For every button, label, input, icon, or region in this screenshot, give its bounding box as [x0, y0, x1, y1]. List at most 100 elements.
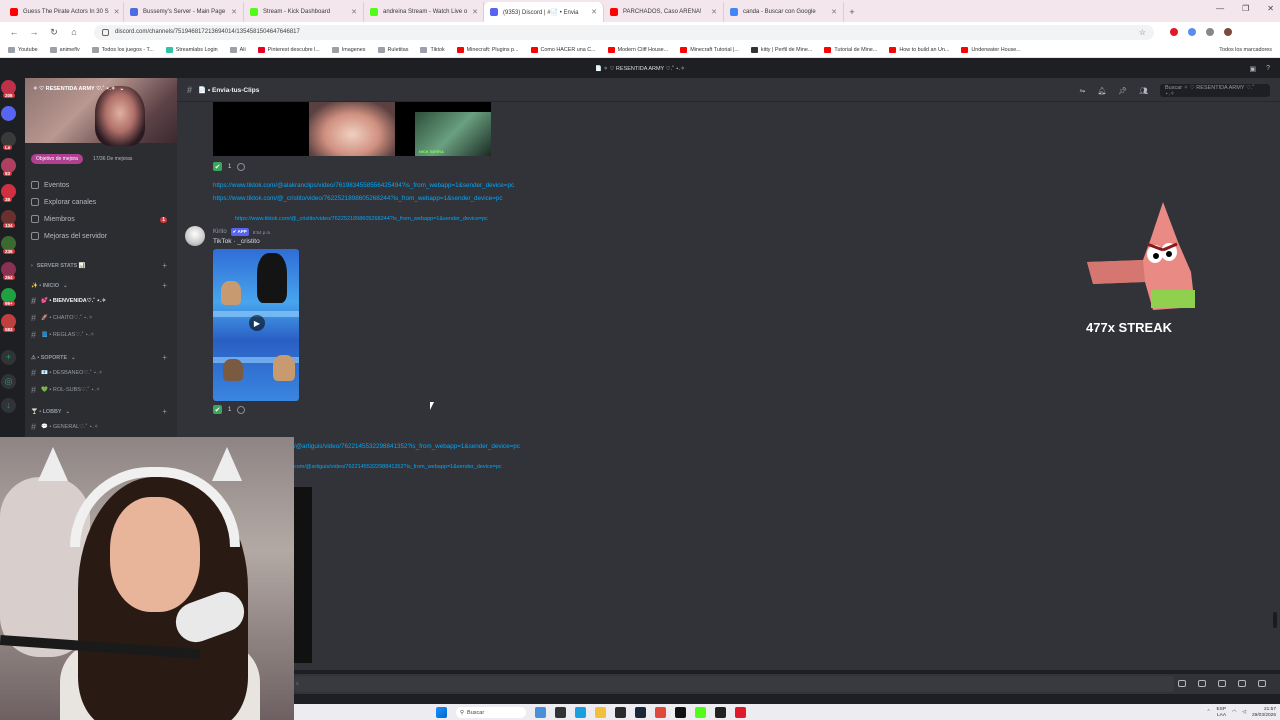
task-view-icon[interactable]	[555, 707, 566, 718]
bookmark-item[interactable]: animeflv	[49, 46, 80, 53]
boost-goal[interactable]: Objetivo de mejora 17/36 De mejoras	[31, 154, 132, 164]
sticker-icon[interactable]	[1218, 680, 1226, 687]
home-icon[interactable]: ⌂	[68, 27, 80, 37]
message-link[interactable]: https://www.tiktok.com/@_cristito/video/…	[213, 195, 503, 202]
back-icon[interactable]: ←	[8, 27, 20, 37]
bookmark-item[interactable]: How to build an Un...	[889, 46, 949, 53]
server-boosts-item[interactable]: Mejoras del servidor	[31, 232, 107, 240]
bookmark-item[interactable]: Youtube	[8, 46, 38, 53]
close-icon[interactable]: ✕	[591, 8, 597, 16]
add-server-icon[interactable]: +	[1, 350, 16, 365]
avatar[interactable]	[185, 226, 205, 246]
bookmark-item[interactable]: Minecraft: Plugins p...	[456, 46, 519, 53]
threads-icon[interactable]: ⇋	[1079, 87, 1085, 95]
close-icon[interactable]: ✕	[711, 8, 717, 16]
widgets-icon[interactable]	[535, 707, 546, 718]
channel-chaito[interactable]: # 🚀 • CHAITO♡.˚ ⋆.✧	[31, 313, 171, 323]
add-reaction-icon[interactable]	[237, 405, 246, 414]
emoji-icon[interactable]	[1238, 680, 1246, 687]
site-info-icon[interactable]	[102, 28, 109, 36]
audio-icon[interactable]	[1188, 28, 1196, 36]
video-thumbnail[interactable]	[309, 102, 395, 156]
video-thumbnail[interactable]	[213, 102, 309, 156]
chrome-icon[interactable]	[655, 707, 666, 718]
category-server-stats[interactable]: › SERVER STATS 📊	[31, 263, 85, 269]
server-icon[interactable]	[1, 106, 16, 121]
add-channel-icon[interactable]: +	[162, 261, 167, 270]
clock[interactable]: 21:57 29/03/2026	[1252, 707, 1276, 718]
opera-icon[interactable]	[1170, 28, 1178, 36]
message-link[interactable]: /@artiguis/video/7622145532298841352?is_…	[294, 443, 520, 450]
close-icon[interactable]: ✕	[831, 8, 837, 16]
message-input[interactable]: s	[294, 676, 1174, 692]
kick-icon[interactable]	[695, 707, 706, 718]
apps-icon[interactable]	[1258, 680, 1266, 687]
download-icon[interactable]: ↓	[1, 398, 16, 413]
close-window-icon[interactable]: ✕	[1267, 4, 1274, 13]
video-embed[interactable]: ▶	[213, 249, 299, 401]
events-item[interactable]: Eventos	[31, 181, 69, 189]
bookmark-item[interactable]: kitty | Perfil de Mine...	[750, 46, 812, 53]
browser-tab[interactable]: PARCHADOS, Caso ARENA! ✕	[604, 2, 724, 22]
capcut-icon[interactable]	[715, 707, 726, 718]
browser-tab[interactable]: canda - Buscar con Google ✕	[724, 2, 844, 22]
explore-icon[interactable]: ◎	[1, 374, 16, 389]
capcut-icon[interactable]	[675, 707, 686, 718]
bookmark-item[interactable]: Imagenes	[331, 46, 366, 53]
add-channel-icon[interactable]: +	[162, 281, 167, 290]
bookmark-star-icon[interactable]: ☆	[1139, 28, 1146, 37]
bookmark-item[interactable]: Tutorial de Mine...	[824, 46, 877, 53]
bookmark-item[interactable]: Todos los juegos - T...	[91, 46, 154, 53]
lang-indicator[interactable]: ESP LAA	[1216, 707, 1226, 718]
category-inicio[interactable]: ✨ • INICIO ⌄	[31, 283, 68, 289]
all-bookmarks[interactable]: Todos los marcadores	[1219, 47, 1272, 53]
members-item[interactable]: Miembros	[31, 215, 75, 223]
bookmark-item[interactable]: Pinterest descubre l...	[257, 46, 320, 53]
volume-icon[interactable]: ◁	[1242, 710, 1246, 715]
bookmark-item[interactable]: Modern Cliff House...	[607, 46, 668, 53]
channel-desbaneo[interactable]: # 📧 • DESBANEO♡.˚ ⋆.✧	[31, 368, 171, 378]
browser-tab[interactable]: andreina Stream - Watch Live o ✕	[364, 2, 484, 22]
message-link[interactable]: com/@artiguis/video/7622145532298841352?…	[294, 464, 502, 470]
checkmark-reaction[interactable]: ✔	[213, 162, 222, 171]
bookmark-item[interactable]: Streamlabs Login	[165, 46, 218, 53]
embed-title[interactable]: TikTok · _cristito	[213, 238, 260, 245]
checkmark-reaction[interactable]: ✔	[213, 405, 222, 414]
folder-icon[interactable]	[595, 707, 606, 718]
windows-start-icon[interactable]	[436, 707, 447, 718]
gift-icon[interactable]	[1178, 680, 1186, 687]
video-thumbnail[interactable]: NICK SERRA	[395, 102, 491, 156]
channel-general[interactable]: # 💬 • GENERAL♡.˚ ⋆.✧	[31, 422, 171, 432]
reply-link[interactable]: https://www.tiktok.com/@_cristito/video/…	[235, 216, 488, 222]
extensions-icon[interactable]	[1206, 28, 1214, 36]
forward-icon[interactable]: →	[28, 27, 40, 37]
video-thumbnail[interactable]	[294, 487, 312, 663]
pin-icon[interactable]: 📌︎	[1118, 87, 1127, 95]
add-reaction-icon[interactable]	[237, 162, 246, 171]
browser-tab[interactable]: Stream - Kick Dashboard ✕	[244, 2, 364, 22]
opera-icon[interactable]	[735, 707, 746, 718]
close-icon[interactable]: ✕	[351, 8, 357, 16]
bookmark-item[interactable]: Ali	[229, 46, 246, 53]
reload-icon[interactable]: ↻	[48, 27, 60, 38]
add-channel-icon[interactable]: +	[162, 353, 167, 362]
bookmark-item[interactable]: Underwater House...	[961, 46, 1021, 53]
message-link[interactable]: https://www.tiktok.com/@alakranclips/vid…	[213, 182, 514, 189]
add-channel-icon[interactable]: +	[162, 407, 167, 416]
profile-avatar-icon[interactable]	[1224, 28, 1232, 36]
browser-tab[interactable]: Guess The Pirate Actors In 30 S ✕	[4, 2, 124, 22]
steam-icon[interactable]	[635, 707, 646, 718]
maximize-icon[interactable]: ❐	[1242, 4, 1249, 13]
bell-icon[interactable]: 🔔︎	[1097, 87, 1106, 95]
category-lobby[interactable]: 🍸 • LOBBY ⌄	[31, 409, 70, 415]
channel-rol-subs[interactable]: # 💚 • ROL-SUBS♡.˚ ⋆.✧	[31, 385, 171, 395]
chevron-up-icon[interactable]: ⌃	[1206, 710, 1210, 715]
new-tab-button[interactable]: +	[844, 2, 860, 22]
search-input[interactable]: Buscar ✧ ♡ RESENTIDA ARMY ♡.˚ ⋆.✧	[1160, 84, 1270, 97]
play-icon[interactable]: ▶	[249, 315, 265, 331]
url-field[interactable]: discord.com/channels/751946817213694014/…	[94, 24, 1154, 40]
edge-icon[interactable]	[575, 707, 586, 718]
taskbar-search[interactable]: ⚲ Buscar	[456, 707, 526, 718]
server-name[interactable]: ✧ ♡ RESENTIDA ARMY ♡.˚ ⋆.✧ ⌄	[33, 86, 124, 92]
browser-tab[interactable]: Bussemy's Server - Main Page ✕	[124, 2, 244, 22]
